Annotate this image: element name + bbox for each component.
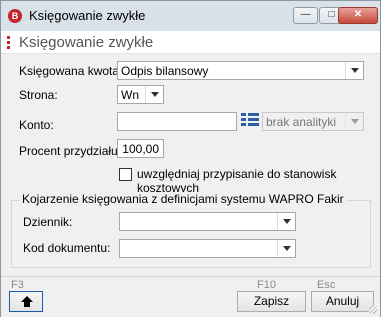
konto-label: Konto: bbox=[19, 118, 54, 132]
kod-select[interactable] bbox=[119, 239, 296, 258]
f10-hint: F10 bbox=[257, 279, 276, 291]
kwota-select[interactable]: Odpis bilansowy bbox=[117, 61, 364, 80]
move-up-button[interactable] bbox=[9, 291, 43, 312]
stanowiska-checkbox[interactable] bbox=[119, 168, 132, 181]
kwota-label: Księgowana kwota: bbox=[19, 64, 123, 78]
title-bar[interactable]: B Księgowanie zwykłe — □ ✕ bbox=[1, 1, 380, 31]
header-dots-icon bbox=[7, 36, 10, 50]
resize-grip-icon[interactable] bbox=[369, 306, 377, 314]
cancel-button[interactable]: Anuluj bbox=[311, 291, 374, 312]
procent-value: 100,00 bbox=[122, 142, 159, 156]
chevron-down-icon[interactable] bbox=[277, 240, 295, 257]
strona-select[interactable]: Wn bbox=[117, 85, 164, 104]
stanowiska-checkbox-label[interactable]: uwzględniaj przypisanie do stanowisk kos… bbox=[137, 167, 380, 195]
f3-hint: F3 bbox=[11, 279, 24, 291]
procent-input[interactable]: 100,00 bbox=[117, 139, 164, 158]
kod-label: Kod dokumentu: bbox=[23, 241, 111, 255]
footer-bar: F3 F10 Esc Zapisz Anuluj bbox=[1, 276, 380, 317]
esc-hint: Esc bbox=[317, 279, 336, 291]
app-logo-icon: B bbox=[8, 9, 22, 23]
kwota-value: Odpis bilansowy bbox=[121, 64, 209, 78]
strona-value: Wn bbox=[121, 88, 139, 102]
dziennik-label: Dziennik: bbox=[23, 215, 73, 229]
analityka-value: brak analityki bbox=[266, 115, 337, 129]
chevron-down-icon[interactable] bbox=[345, 62, 363, 79]
save-button[interactable]: Zapisz bbox=[237, 291, 306, 312]
chevron-down-icon bbox=[345, 113, 363, 130]
strona-label: Strona: bbox=[19, 88, 58, 102]
minimize-button[interactable]: — bbox=[293, 7, 318, 24]
page-title: Księgowanie zwykłe bbox=[19, 34, 154, 51]
header-band: Księgowanie zwykłe bbox=[1, 31, 380, 54]
chevron-down-icon[interactable] bbox=[277, 213, 295, 230]
analityka-select: brak analityki bbox=[262, 112, 364, 131]
dziennik-select[interactable] bbox=[119, 212, 296, 231]
konto-input[interactable] bbox=[117, 112, 237, 131]
close-button[interactable]: ✕ bbox=[338, 7, 378, 24]
dialog-window: B Księgowanie zwykłe — □ ✕ Księgowanie z… bbox=[0, 0, 381, 317]
account-picker-icon[interactable] bbox=[241, 112, 259, 128]
window-title: Księgowanie zwykłe bbox=[29, 8, 146, 23]
procent-label: Procent przydziału: bbox=[19, 144, 122, 158]
fakir-group-title: Kojarzenie księgowania z definicjami sys… bbox=[19, 192, 347, 206]
chevron-down-icon[interactable] bbox=[145, 86, 163, 103]
